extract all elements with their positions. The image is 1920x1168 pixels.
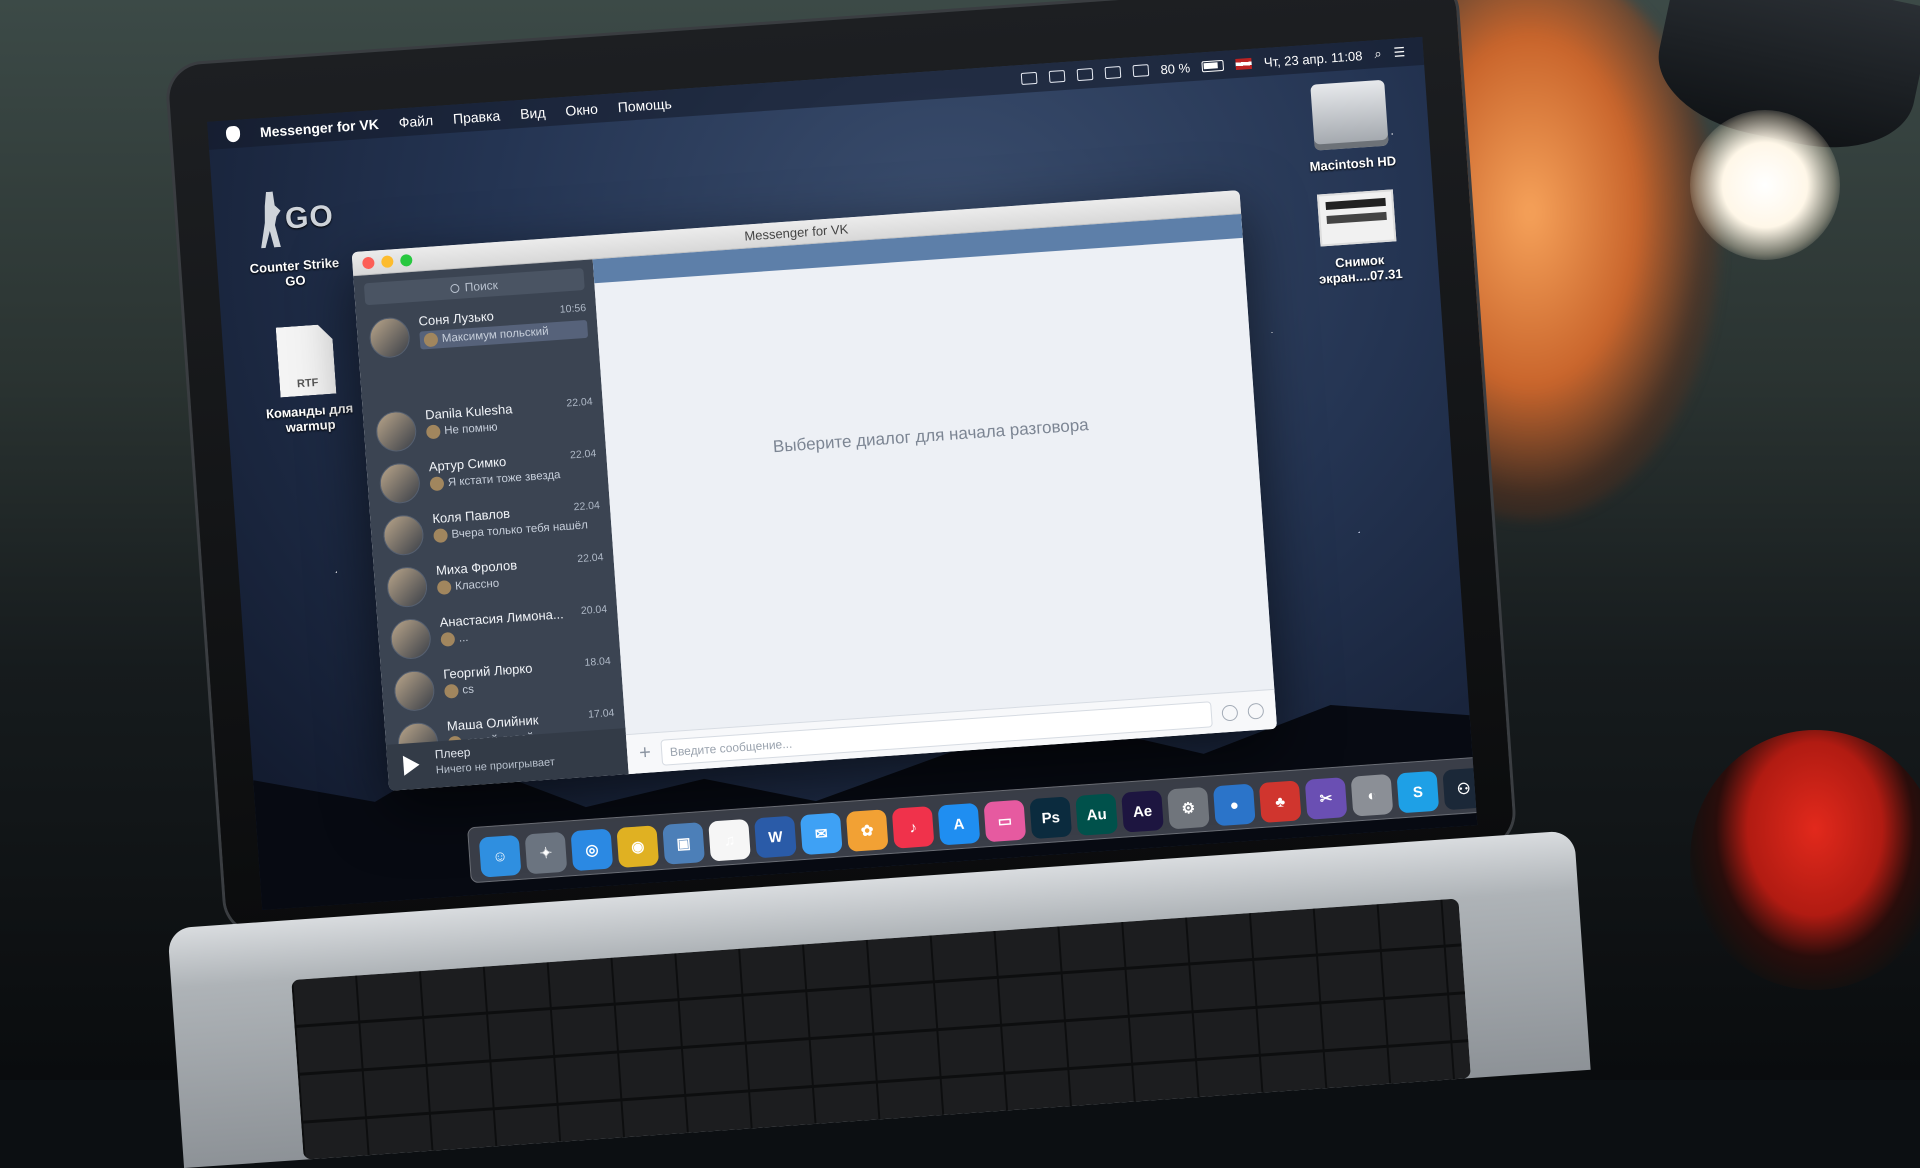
desktop-icon-warmup-commands[interactable]: RTF Команды для warmup [244, 321, 371, 437]
wifi-icon[interactable] [1132, 64, 1149, 77]
menu-window[interactable]: Окно [565, 101, 599, 119]
red-cup [1690, 730, 1920, 990]
dialog-time: 22.04 [577, 551, 604, 565]
lamp-bulb [1690, 110, 1840, 260]
sticker-icon[interactable] [1247, 702, 1264, 719]
menu-help[interactable]: Помощь [617, 95, 672, 115]
sender-avatar [440, 632, 455, 647]
search-placeholder: Поиск [464, 278, 498, 294]
conversation-pane: Выберите диалог для начала разговора + В… [593, 214, 1277, 774]
quicktime-icon[interactable]: ● [1213, 784, 1256, 827]
dialog-time: 22.04 [573, 499, 600, 513]
rtf-badge: RTF [279, 376, 336, 392]
chrome-icon[interactable]: ◉ [616, 825, 659, 868]
itunes-icon[interactable]: ♫ [708, 819, 751, 862]
launchpad-icon[interactable]: ✦ [525, 832, 568, 875]
imac-icon[interactable]: ▭ [984, 800, 1027, 843]
avatar [375, 410, 418, 453]
skype-icon[interactable]: S [1397, 771, 1440, 814]
safari-icon[interactable]: ◎ [571, 828, 614, 871]
avatar [386, 566, 429, 609]
photos-icon[interactable]: ✿ [846, 809, 889, 852]
input-source-flag-icon[interactable] [1236, 57, 1253, 69]
final-cut-icon[interactable]: ✂ [1305, 777, 1348, 820]
play-icon[interactable] [403, 755, 420, 776]
avatar [382, 514, 425, 557]
dialog-preview-text: cs [462, 684, 474, 697]
sender-avatar [444, 684, 459, 699]
system-preferences-icon[interactable]: ⚙ [1167, 787, 1210, 830]
dialog-preview-text: Классно [455, 578, 500, 593]
after-effects-icon[interactable]: Ae [1121, 790, 1164, 833]
dialog-preview-text: Я кстати тоже звезда [448, 469, 561, 489]
dialog-preview-text: Максимум польский [441, 326, 548, 345]
menu-app-name[interactable]: Messenger for VK [259, 116, 379, 140]
menu-view[interactable]: Вид [520, 104, 546, 122]
screenshot-file-icon [1317, 189, 1396, 246]
close-button[interactable] [362, 256, 375, 269]
desktop-icon-screenshot[interactable]: Снимок экран....07.31 [1295, 188, 1421, 288]
desktop-icon-macintosh-hd[interactable]: Macintosh HD [1287, 78, 1413, 175]
dialog-time: 20.04 [580, 603, 607, 617]
motion-icon[interactable]: ◐ [1351, 774, 1394, 817]
avatar [368, 316, 411, 359]
dialog-list: Соня ЛузькоМаксимум польский10:56Danila … [356, 295, 627, 769]
laptop: Messenger for VK Файл Правка Вид Окно По… [167, 0, 1528, 1124]
sender-avatar [429, 476, 444, 491]
photoshop-icon[interactable]: Ps [1029, 796, 1072, 839]
screen-bezel: Messenger for VK Файл Правка Вид Окно По… [167, 0, 1515, 934]
app-store-icon[interactable]: A [938, 803, 981, 846]
minimize-button[interactable] [381, 255, 394, 268]
preview-icon[interactable]: ▣ [662, 822, 705, 865]
music-icon[interactable]: ♪ [892, 806, 935, 849]
dialog-time: 18.04 [584, 655, 611, 669]
finder-icon[interactable]: ☺ [479, 835, 522, 878]
hard-drive-icon [1310, 80, 1388, 151]
menu-edit[interactable]: Правка [452, 107, 500, 126]
audition-icon[interactable]: Au [1075, 793, 1118, 836]
bluetooth-icon[interactable] [1104, 66, 1121, 79]
desktop-icon-counter-strike[interactable]: GO Counter Strike GO [234, 183, 351, 292]
sender-avatar [437, 580, 452, 595]
airplay-icon[interactable] [1076, 68, 1093, 81]
dialog-time: 22.04 [570, 448, 597, 462]
keyboard [291, 899, 1471, 1160]
display-icon[interactable] [1048, 70, 1065, 83]
clock[interactable]: Чт, 23 апр. 11:08 [1263, 48, 1363, 70]
dialog-sidebar: Поиск Соня ЛузькоМаксимум польский10:56D… [353, 259, 628, 790]
battery-icon[interactable] [1202, 59, 1225, 72]
fruit-icon[interactable]: ♣ [1259, 780, 1302, 823]
messages-icon[interactable]: ✉ [800, 812, 843, 855]
steam-icon[interactable]: ⚇ [1442, 768, 1477, 811]
avatar [393, 669, 436, 712]
notification-center-icon[interactable]: ☰ [1393, 44, 1406, 61]
counter-strike-icon: GO [249, 184, 333, 253]
apple-icon[interactable] [226, 126, 241, 143]
zoom-button[interactable] [400, 253, 413, 266]
window-controls [352, 253, 413, 269]
sender-avatar [433, 528, 448, 543]
sender-avatar [426, 424, 441, 439]
dialog-time: 17.04 [588, 707, 615, 721]
dropbox-icon[interactable] [1020, 72, 1037, 85]
spotlight-search-icon[interactable]: ⌕ [1374, 46, 1382, 62]
dialog-time: 22.04 [566, 396, 593, 410]
search-icon [450, 283, 460, 293]
empty-state-text: Выберите диалог для начала разговора [606, 404, 1256, 469]
rtf-document-icon: RTF [276, 324, 337, 398]
avatar [389, 618, 432, 661]
emoji-icon[interactable] [1221, 704, 1238, 721]
dialog-time: 10:56 [559, 302, 586, 316]
dialog-preview-text: Не помню [444, 421, 498, 437]
attach-plus-icon[interactable]: + [638, 741, 651, 765]
battery-percent[interactable]: 80 % [1160, 60, 1191, 77]
avatar [378, 462, 421, 505]
sender-avatar [423, 332, 438, 347]
dialog-item[interactable]: Соня ЛузькоМаксимум польский10:56 [356, 295, 602, 406]
desktop-screen: Messenger for VK Файл Правка Вид Окно По… [207, 37, 1477, 910]
dialog-preview-text: ... [458, 632, 468, 645]
menu-file[interactable]: Файл [398, 112, 433, 130]
messenger-window: Messenger for VK Поиск Соня ЛузькоМаксим… [352, 190, 1278, 791]
word-icon[interactable]: W [754, 816, 797, 859]
